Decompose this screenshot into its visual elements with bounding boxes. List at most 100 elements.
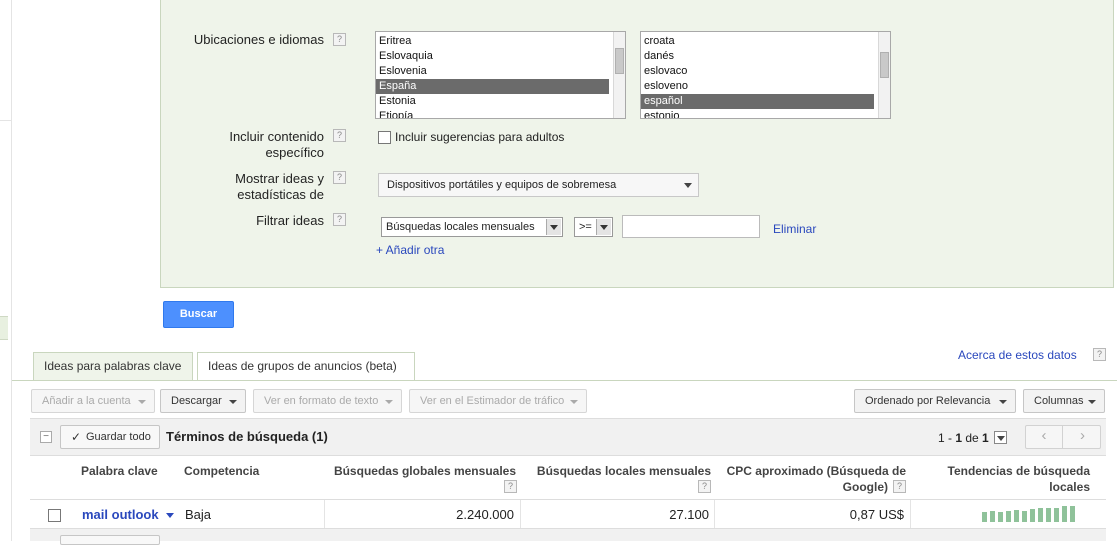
scrollbar-thumb[interactable] [880,52,889,78]
download-label: Descargar [171,395,222,407]
add-to-account-button[interactable]: Añadir a la cuenta [31,389,155,413]
language-option[interactable]: estonio [641,109,874,118]
languages-scrollbar[interactable] [878,32,890,118]
add-filter-link[interactable]: + Añadir otra [376,243,444,257]
language-option[interactable]: eslovaco [641,64,874,79]
location-option[interactable]: Etiopía [376,109,609,118]
trend-bar [1062,506,1067,522]
header-keyword[interactable]: Palabra clave [81,463,158,479]
columns-button[interactable]: Columnas [1023,389,1105,413]
local-searches-cell: 27.100 [669,507,709,522]
location-option[interactable]: Estonia [376,94,609,109]
trend-bar [1046,508,1051,522]
language-option[interactable]: danés [641,49,874,64]
filter-value-input[interactable] [622,215,760,238]
languages-listbox[interactable]: croata danés eslovaco esloveno español estoni… [640,31,891,119]
column-divider [910,500,911,528]
sort-label: Ordenado por Relevancia [865,395,991,407]
cpc-help-icon[interactable]: ? [893,480,906,493]
traffic-estimator-button[interactable]: Ver en el Estimador de tráfico [409,389,587,413]
header-local-searches[interactable]: Búsquedas locales mensuales [522,463,711,479]
filter-operator-select[interactable]: >= [574,217,613,237]
language-option[interactable]: esloveno [641,79,874,94]
locations-listbox[interactable]: Eritrea Eslovaquia Eslovenia España Estonia E… [375,31,626,119]
save-all-label: Guardar todo [86,431,151,443]
column-divider [324,500,325,528]
filter-ideas-label: Filtrar ideas [256,213,324,228]
chevron-down-icon [999,400,1007,404]
device-dropdown-value: Dispositivos portátiles y equipos de sob… [387,179,617,191]
locations-help-icon[interactable]: ? [333,33,346,46]
location-option[interactable]: España [376,79,609,94]
about-data-link[interactable]: Acerca de estos datos [958,348,1077,362]
show-ideas-label: Mostrar ideas y estadísticas de [190,171,324,203]
language-option[interactable]: español [641,94,874,109]
filter-metric-select[interactable]: Búsquedas locales mensuales [381,217,563,237]
global-searches-help-icon[interactable]: ? [504,480,517,493]
left-sidebar-edge [0,0,12,541]
row-checkbox[interactable] [48,509,61,522]
footer-button[interactable] [60,535,160,545]
collapse-icon[interactable]: − [40,431,52,443]
header-cpc[interactable]: CPC aproximado (Búsqueda de Google) [716,463,906,495]
location-option[interactable]: Eslovaquia [376,49,609,64]
add-to-account-label: Añadir a la cuenta [42,395,131,407]
sort-button[interactable]: Ordenado por Relevancia [854,389,1016,413]
device-dropdown[interactable]: Dispositivos portátiles y equipos de sob… [378,173,699,197]
location-option[interactable]: Eslovenia [376,64,609,79]
cpc-cell: 0,87 US$ [849,507,904,522]
column-divider [520,500,521,528]
location-option[interactable]: Eritrea [376,34,609,49]
group-title: Términos de búsqueda (1) [166,429,328,444]
row-divider [30,499,1106,500]
download-button[interactable]: Descargar [160,389,246,413]
competition-cell: Baja [185,507,212,522]
chevron-down-icon [997,436,1005,441]
about-data-help-icon[interactable]: ? [1093,348,1106,361]
header-trends-line2: locales [1049,480,1090,494]
chevron-down-icon [138,400,146,404]
page-mid: de [962,431,983,445]
tab-keyword-ideas[interactable]: Ideas para palabras clave [33,352,193,380]
page-menu-button[interactable] [994,431,1007,444]
header-competition[interactable]: Competencia [184,463,259,479]
header-trends-line1: Tendencias de búsqueda [947,464,1090,478]
scrollbar-thumb[interactable] [615,48,624,74]
trend-sparkline [982,504,1082,522]
chevron-down-icon[interactable] [166,513,174,518]
include-content-help-icon[interactable]: ? [333,129,346,142]
language-option[interactable]: croata [641,34,874,49]
pagination-label: 1 - 1 de 1 [938,431,989,445]
filter-operator-value: >= [579,221,592,233]
trend-bar [1030,509,1035,522]
trend-bar [998,512,1003,522]
columns-label: Columnas [1034,395,1084,407]
show-ideas-label-line1: Mostrar ideas y [235,171,324,186]
filter-ideas-help-icon[interactable]: ? [333,213,346,226]
include-content-label: Incluir contenido específico [190,129,324,161]
sidebar-selected-item[interactable] [0,316,8,340]
show-ideas-help-icon[interactable]: ? [333,171,346,184]
prev-page-icon[interactable]: ‹ [1026,426,1063,448]
local-searches-help-icon[interactable]: ? [698,480,711,493]
chevron-down-icon [385,400,393,404]
chevron-down-icon [570,400,578,404]
adult-suggestions-checkbox[interactable] [378,131,391,144]
next-page-icon[interactable]: › [1064,426,1101,448]
trend-bar [990,511,995,522]
tabs-divider [12,380,1117,381]
remove-filter-link[interactable]: Eliminar [773,222,816,236]
tab-adgroup-ideas[interactable]: Ideas de grupos de anuncios (beta) [197,352,415,381]
keyword-link[interactable]: mail outlook [82,507,159,523]
include-content-label-line2: específico [265,145,324,160]
header-trends[interactable]: Tendencias de búsqueda locales [912,463,1090,495]
trend-bar [1014,510,1019,522]
search-button[interactable]: Buscar [163,301,234,328]
save-all-button[interactable]: ✓ Guardar todo [60,425,160,449]
trend-bar [1038,508,1043,522]
locations-scrollbar[interactable] [613,32,625,118]
header-cpc-line2: Google) [842,480,888,494]
pager: ‹ › [1025,425,1101,449]
text-format-button[interactable]: Ver en formato de texto [253,389,402,413]
header-global-searches[interactable]: Búsquedas globales mensuales [326,463,516,479]
